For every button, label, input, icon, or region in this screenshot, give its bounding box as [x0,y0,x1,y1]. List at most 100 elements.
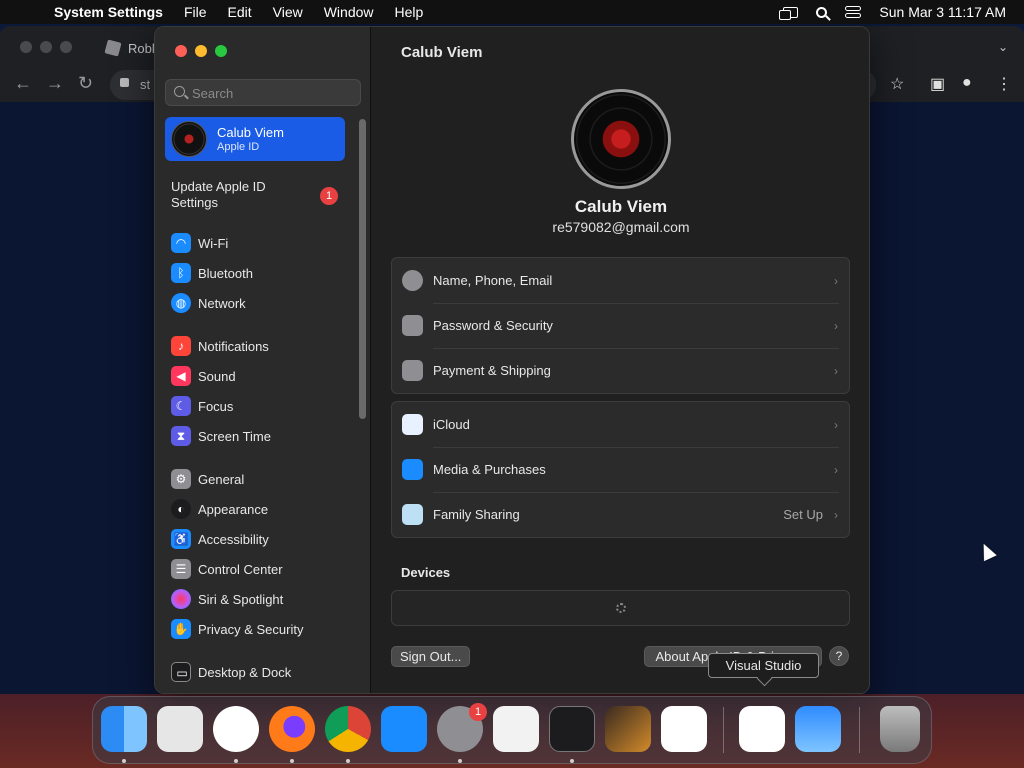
sidebar-item-control-center[interactable]: ☰ Control Center [171,558,351,580]
back-arrow-icon[interactable]: ← [14,73,32,94]
firefox-icon[interactable] [269,706,315,752]
sidebar-item-network[interactable]: ◍ Network [171,292,351,314]
globe-icon: ◍ [171,293,191,313]
sidebar-item-focus[interactable]: ☾ Focus [171,395,351,417]
sidebar-item-label: Bluetooth [198,265,253,281]
sidebar-item-label: Control Center [198,561,283,577]
row-label: iCloud [433,417,470,432]
profile-avatar[interactable] [571,89,671,189]
zoom-button[interactable] [215,45,227,57]
sidebar-item-apple-id[interactable]: Calub Viem Apple ID [165,117,345,161]
roblox-favicon-icon [104,39,122,57]
row-payment-shipping[interactable]: Payment & Shipping › [392,348,849,393]
dock-icon: ▭ [171,662,191,682]
row-family-sharing[interactable]: Family Sharing Set Up › [392,492,849,537]
help-button[interactable]: ? [829,646,849,666]
sidebar-item-bluetooth[interactable]: ᛒ Bluetooth [171,262,351,284]
sidebar-item-accessibility[interactable]: ♿ Accessibility [171,528,351,550]
person-icon [402,270,423,291]
menu-app-name[interactable]: System Settings [54,4,163,20]
search-field[interactable] [165,79,361,106]
sidebar-item-label: Desktop & Dock [198,664,292,680]
trash-icon[interactable] [880,706,920,752]
sidebar-item-notifications[interactable]: ♪ Notifications [171,335,351,357]
lock-icon [120,78,129,87]
textedit-icon[interactable] [493,706,539,752]
visual-studio-icon[interactable] [739,706,785,752]
sidebar-scrollbar[interactable] [359,119,366,419]
hourglass-icon: ⧗ [171,426,191,446]
sidebar-item-privacy-security[interactable]: ✋ Privacy & Security [171,618,351,640]
devices-list [391,590,850,626]
icloud-icon [402,414,423,435]
vscode-icon[interactable] [661,706,707,752]
profile-icon[interactable]: ● [962,74,972,92]
tab-search-chevron-icon[interactable]: ⌄ [998,40,1008,54]
more-menu-icon[interactable]: ⋮ [996,74,1012,94]
finder-icon[interactable] [101,706,147,752]
sidebar-item-screen-time[interactable]: ⧗ Screen Time [171,425,351,447]
sidebar: Calub Viem Apple ID Update Apple ID Sett… [155,27,371,693]
search-input[interactable] [192,84,352,102]
running-indicator [234,759,238,763]
chrome-icon[interactable] [325,706,371,752]
app-store-icon[interactable] [381,706,427,752]
menu-window[interactable]: Window [324,4,374,20]
weather-icon[interactable] [795,706,841,752]
sidebar-item-update-apple-id[interactable]: Update Apple ID Settings [171,179,291,211]
terminal-icon[interactable] [549,706,595,752]
page-title: Calub Viem [401,44,483,61]
launchpad-icon[interactable] [157,706,203,752]
menu-view[interactable]: View [273,4,303,20]
browser-tab-label[interactable]: Robl [128,41,155,56]
sidebar-item-desktop-dock[interactable]: ▭ Desktop & Dock [171,661,351,683]
forward-arrow-icon[interactable]: → [46,73,64,94]
lock-icon [402,315,423,336]
sidebar-item-wifi[interactable]: ◠ Wi-Fi [171,232,351,254]
dock-tooltip: Visual Studio [708,653,819,678]
row-password-security[interactable]: Password & Security › [392,303,849,348]
browser-minimize-button[interactable] [40,41,52,53]
address-text[interactable]: st [140,77,150,92]
spotlight-search-icon[interactable] [816,6,828,18]
card-icon [402,360,423,381]
hand-icon: ✋ [171,619,191,639]
safari-icon[interactable] [213,706,259,752]
reload-icon[interactable]: ↻ [78,73,93,94]
devices-heading: Devices [401,565,451,580]
menu-file[interactable]: File [184,4,207,20]
close-button[interactable] [175,45,187,57]
guitar-icon[interactable] [605,706,651,752]
bookmark-star-icon[interactable]: ☆ [890,74,904,94]
sidebar-item-appearance[interactable]: ◐ Appearance [171,498,351,520]
minimize-button[interactable] [195,45,207,57]
menu-edit[interactable]: Edit [228,4,252,20]
app-store-icon [402,459,423,480]
chevron-right-icon: › [834,363,838,378]
sidebar-item-label: Sound [198,368,236,384]
menu-clock[interactable]: Sun Mar 3 11:17 AM [879,4,1006,20]
account-name: Calub Viem [217,125,284,140]
sidebar-item-general[interactable]: ⚙ General [171,468,351,490]
bluetooth-icon: ᛒ [171,263,191,283]
row-media-purchases[interactable]: Media & Purchases › [392,447,849,492]
row-label: Password & Security [433,318,553,333]
family-sharing-setup-value: Set Up [783,507,823,522]
menu-help[interactable]: Help [395,4,424,20]
screen-mirroring-icon[interactable] [779,6,799,20]
row-icloud[interactable]: iCloud › [392,402,849,447]
sidebar-item-sound[interactable]: ◀ Sound [171,365,351,387]
browser-zoom-button[interactable] [60,41,72,53]
sidebar-item-siri-spotlight[interactable]: Siri & Spotlight [171,588,351,610]
sign-out-button[interactable]: Sign Out... [391,646,471,667]
profile-name: Calub Viem [574,197,668,216]
running-indicator [346,759,350,763]
row-name-phone-email[interactable]: Name, Phone, Email › [392,258,849,303]
side-panel-icon[interactable]: ▣ [930,74,945,94]
running-indicator [570,759,574,763]
control-center-icon[interactable] [845,5,862,19]
running-indicator [122,759,126,763]
account-subtitle: Apple ID [217,141,260,153]
loading-spinner-icon [616,603,626,613]
browser-close-button[interactable] [20,41,32,53]
